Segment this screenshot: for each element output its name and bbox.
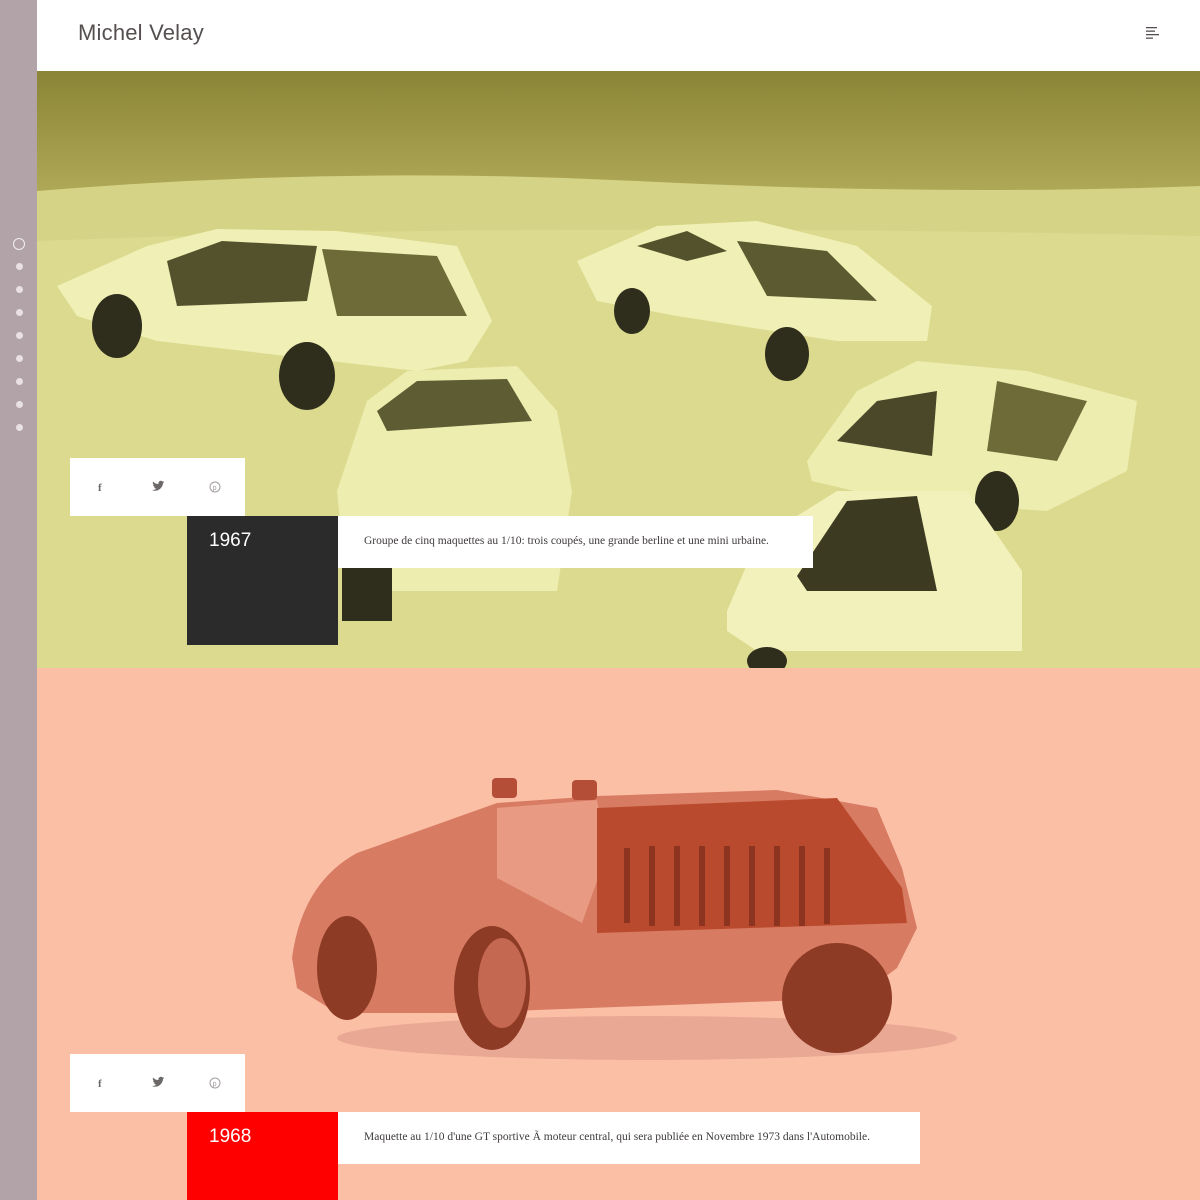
share-bar-1967: f p (70, 458, 245, 516)
site-title[interactable]: Michel Velay (78, 20, 204, 46)
nav-dot[interactable] (15, 332, 23, 339)
twitter-icon[interactable] (150, 1075, 166, 1091)
svg-text:p: p (213, 1081, 217, 1088)
svg-text:f: f (98, 482, 102, 494)
nav-dot[interactable] (15, 401, 23, 408)
section-dots-nav (13, 238, 25, 447)
menu-lines-icon[interactable] (1146, 26, 1160, 40)
year-label: 1967 (209, 530, 252, 551)
svg-text:p: p (213, 485, 217, 492)
pinterest-icon[interactable]: p (207, 479, 223, 495)
caption-box-1968: Maquette au 1/10 d'une GT sportive Ã mot… (338, 1112, 920, 1164)
nav-dot[interactable] (15, 378, 23, 385)
nav-dot[interactable] (15, 424, 23, 431)
page: Michel Velay f p 1967 Groupe de cinq maq… (0, 0, 1200, 1200)
side-rail (0, 0, 37, 1200)
caption-text: Maquette au 1/10 d'une GT sportive Ã mot… (364, 1131, 870, 1143)
year-badge-1967: 1967 (187, 516, 338, 645)
facebook-icon[interactable]: f (93, 479, 109, 495)
year-label: 1968 (209, 1126, 252, 1147)
pinterest-icon[interactable]: p (207, 1075, 223, 1091)
year-badge-1968: 1968 (187, 1112, 338, 1200)
twitter-icon[interactable] (150, 479, 166, 495)
caption-text: Groupe de cinq maquettes au 1/10: trois … (364, 535, 769, 547)
nav-dot[interactable] (15, 355, 23, 362)
site-header: Michel Velay (37, 0, 1200, 71)
nav-dot[interactable] (15, 263, 23, 270)
facebook-icon[interactable]: f (93, 1075, 109, 1091)
svg-text:f: f (98, 1078, 102, 1090)
share-bar-1968: f p (70, 1054, 245, 1112)
entry-section-1967: f p 1967 Groupe de cinq maquettes au 1/1… (37, 71, 1200, 668)
entry-section-1968: f p 1968 Maquette au 1/10 d'une GT sport… (37, 668, 1200, 1200)
nav-dot-active[interactable] (13, 238, 25, 250)
nav-dot[interactable] (15, 286, 23, 293)
caption-box-1967: Groupe de cinq maquettes au 1/10: trois … (338, 516, 813, 568)
nav-dot[interactable] (15, 309, 23, 316)
